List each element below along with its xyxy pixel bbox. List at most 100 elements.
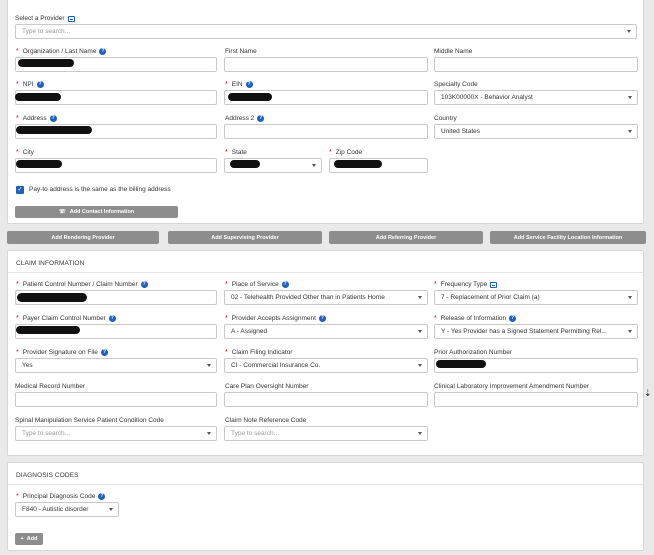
provider-contact-card: Select a Provider Type to search... * Org… xyxy=(7,0,644,224)
signature-select[interactable]: Yes xyxy=(15,358,217,373)
frequency-select[interactable]: 7 - Replacement of Prior Claim (a) xyxy=(434,290,638,305)
city-label: * City xyxy=(16,149,34,156)
add-supervising-provider-button[interactable]: Add Supervising Provider xyxy=(168,231,322,244)
middle-name-label: Middle Name xyxy=(434,48,473,55)
specialty-select[interactable]: 103K00000X - Behavior Analyst xyxy=(434,90,638,105)
spinal-select[interactable]: Type to search... xyxy=(15,426,217,441)
chevron-down-icon xyxy=(628,296,632,299)
claim-information-card: CLAIM INFORMATION * Patient Control Numbe… xyxy=(7,250,644,456)
claim-section-title: CLAIM INFORMATION xyxy=(16,260,85,267)
prior-auth-label: Prior Authorization Number xyxy=(434,349,513,356)
principal-diagnosis-label: * Principal Diagnosis Code? xyxy=(16,493,106,500)
principal-diagnosis-select[interactable]: F840 - Autistic disorder xyxy=(15,502,119,517)
frequency-label: * Frequency Type xyxy=(434,281,498,288)
add-contact-button[interactable]: ☏ Add Contact Information xyxy=(15,206,178,218)
help-icon: ? xyxy=(509,315,517,322)
divider xyxy=(8,484,643,485)
add-rendering-provider-button[interactable]: Add Rendering Provider xyxy=(7,231,159,244)
diagnosis-section-title: DIAGNOSIS CODES xyxy=(16,472,79,479)
diagnosis-codes-card: DIAGNOSIS CODES * Principal Diagnosis Cod… xyxy=(7,462,644,551)
help-icon: ? xyxy=(99,48,107,55)
country-label: Country xyxy=(434,115,457,122)
chevron-down-icon xyxy=(418,296,422,299)
patient-control-label: * Patient Control Number / Claim Number? xyxy=(16,281,148,288)
payer-control-label: * Payer Claim Control Number? xyxy=(16,315,116,322)
claim-note-select[interactable]: Type to search... xyxy=(224,426,428,441)
add-referring-provider-button[interactable]: Add Referring Provider xyxy=(329,231,483,244)
payto-label: Pay-to address is the same as the billin… xyxy=(29,186,171,193)
clia-label: Clinical Laboratory Improvement Amendmen… xyxy=(434,383,589,390)
redacted-city xyxy=(16,160,62,168)
help-icon: ? xyxy=(281,281,289,288)
help-icon: ? xyxy=(108,315,116,322)
npi-label: * NPI? xyxy=(16,81,44,88)
plus-icon: + xyxy=(20,536,24,542)
redacted-payer-control xyxy=(16,326,80,334)
help-icon: ? xyxy=(318,315,326,322)
place-of-service-label: * Place of Service? xyxy=(225,281,289,288)
chevron-down-icon xyxy=(418,364,422,367)
release-select[interactable]: Y - Yes Provider has a Signed Statement … xyxy=(434,324,638,339)
address2-label: Address 2? xyxy=(225,115,265,122)
add-diagnosis-button[interactable]: + Add xyxy=(15,533,43,545)
redacted-address xyxy=(16,126,92,134)
spinal-label: Spinal Manipulation Service Patient Cond… xyxy=(15,417,164,424)
redacted-prior-auth xyxy=(436,360,486,368)
phone-icon: ☏ xyxy=(58,209,66,215)
address-label: * Address? xyxy=(16,115,57,122)
chevron-down-icon xyxy=(628,130,632,133)
chevron-down-icon xyxy=(418,330,422,333)
help-icon: ? xyxy=(245,81,253,88)
redacted-npi xyxy=(15,93,61,101)
redacted-state xyxy=(230,160,260,168)
clia-input[interactable] xyxy=(434,392,638,407)
chevron-down-icon xyxy=(207,364,211,367)
help-icon: ? xyxy=(257,115,265,122)
help-icon: ? xyxy=(140,281,148,288)
help-icon: ? xyxy=(49,115,57,122)
medical-record-input[interactable] xyxy=(15,392,217,407)
first-name-label: First Name xyxy=(225,48,257,55)
chevron-down-icon xyxy=(109,508,113,511)
middle-name-input[interactable] xyxy=(434,57,638,72)
country-select[interactable]: United States xyxy=(434,124,638,139)
chevron-down-icon xyxy=(312,164,316,167)
redacted-patient-control xyxy=(17,293,87,302)
filing-indicator-label: * Claim Filing Indicator xyxy=(225,349,293,356)
release-label: * Release of Information? xyxy=(434,315,517,322)
provider-select-input[interactable]: Type to search... xyxy=(15,24,637,39)
redacted-org xyxy=(18,59,74,67)
chevron-down-icon xyxy=(627,30,631,33)
claim-note-label: Claim Note Reference Code xyxy=(225,417,307,424)
info-icon xyxy=(490,281,498,288)
ein-label: * EIN? xyxy=(225,81,253,88)
specialty-label: Specialty Code xyxy=(434,81,478,88)
info-icon xyxy=(67,15,75,22)
org-label: * Organization / Last Name? xyxy=(16,48,107,55)
chevron-down-icon xyxy=(207,432,211,435)
signature-label: * Provider Signature on File? xyxy=(16,349,108,356)
care-plan-input[interactable] xyxy=(224,392,428,407)
add-service-facility-button[interactable]: Add Service Facility Location Informatio… xyxy=(490,231,646,244)
help-icon: ? xyxy=(100,349,108,356)
payto-checkbox[interactable]: ✓ xyxy=(16,186,24,194)
provider-select-label: Select a Provider xyxy=(15,15,75,22)
medical-record-label: Medical Record Number xyxy=(15,383,86,390)
help-icon: ? xyxy=(98,493,106,500)
mouse-cursor-icon: ⇣ xyxy=(644,388,652,398)
help-icon: ? xyxy=(36,81,44,88)
accepts-assignment-label: * Provider Accepts Assignment? xyxy=(225,315,326,322)
accepts-assignment-select[interactable]: A - Assigned xyxy=(224,324,428,339)
chevron-down-icon xyxy=(628,330,632,333)
chevron-down-icon xyxy=(628,96,632,99)
place-of-service-select[interactable]: 02 - Telehealth Provided Other than in P… xyxy=(224,290,428,305)
care-plan-label: Care Plan Oversight Number xyxy=(225,383,309,390)
state-label: * State xyxy=(225,149,247,156)
divider xyxy=(8,272,643,273)
redacted-ein xyxy=(228,93,272,101)
first-name-input[interactable] xyxy=(224,57,428,72)
redacted-zip xyxy=(334,160,382,168)
chevron-down-icon xyxy=(418,432,422,435)
filing-indicator-select[interactable]: CI - Commercial Insurance Co. xyxy=(224,358,428,373)
address2-input[interactable] xyxy=(224,124,428,139)
